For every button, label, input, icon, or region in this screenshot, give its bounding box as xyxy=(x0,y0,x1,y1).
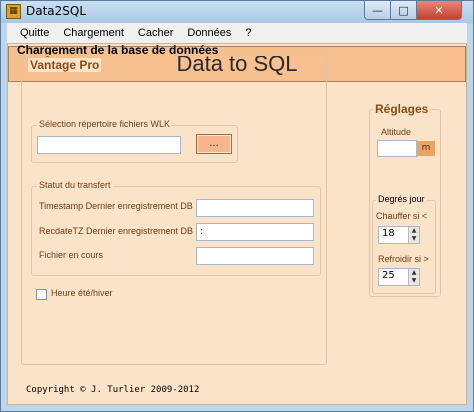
menu-quitte[interactable]: Quitte xyxy=(13,27,56,39)
recdatetz-label: RecdateTZ Dernier enregistrement DB xyxy=(39,226,194,236)
menu-cacher[interactable]: Cacher xyxy=(131,27,180,39)
browse-button[interactable]: ... xyxy=(196,134,232,154)
chevron-down-icon[interactable]: ▼ xyxy=(409,235,419,243)
dst-checkbox[interactable] xyxy=(36,289,47,300)
altitude-input[interactable] xyxy=(377,140,417,157)
minimize-button[interactable]: — xyxy=(364,1,391,20)
timestamp-label: Timestamp Dernier enregistrement DB xyxy=(39,201,193,211)
copyright-text: Copyright © J. Turlier 2009-2012 xyxy=(26,385,200,395)
refroidir-stepper[interactable]: 25 ▲ ▼ xyxy=(378,268,420,286)
chauffer-label: Chauffer si < xyxy=(376,211,428,221)
app-window: ▦ Data2SQL — □ ✕ Quitte Chargement Cache… xyxy=(0,0,474,412)
menu-chargement[interactable]: Chargement xyxy=(56,27,131,39)
degres-jour-title: Degrés jour xyxy=(376,194,427,204)
chevron-up-icon[interactable]: ▲ xyxy=(409,227,419,235)
dst-checkbox-label: Heure été/hiver xyxy=(51,288,113,298)
refroidir-label: Refroidir si > xyxy=(378,254,429,264)
close-button[interactable]: ✕ xyxy=(416,1,462,20)
vantage-group-title: Vantage Pro xyxy=(28,58,102,72)
timestamp-field[interactable] xyxy=(196,199,314,217)
settings-group-title: Réglages xyxy=(373,102,431,116)
current-file-label: Fichier en cours xyxy=(39,250,104,260)
recdatetz-field[interactable]: : xyxy=(196,223,314,241)
altitude-label: Altitude xyxy=(381,127,412,137)
refroidir-value: 25 xyxy=(382,270,395,281)
menu-donnees[interactable]: Données xyxy=(180,27,238,39)
wlk-path-input[interactable] xyxy=(37,136,181,154)
refroidir-spin-buttons[interactable]: ▲ ▼ xyxy=(408,269,419,285)
chevron-down-icon[interactable]: ▼ xyxy=(409,277,419,285)
menu-help[interactable]: ? xyxy=(238,27,258,39)
chauffer-stepper[interactable]: 18 ▲ ▼ xyxy=(378,226,420,244)
window-title: Data2SQL xyxy=(26,4,87,18)
altitude-unit: m xyxy=(417,141,435,156)
current-file-field[interactable] xyxy=(196,247,314,265)
chauffer-value: 18 xyxy=(382,228,395,239)
chauffer-spin-buttons[interactable]: ▲ ▼ xyxy=(408,227,419,243)
wlk-group-title: Sélection répertoire fichiers WLK xyxy=(37,119,173,129)
title-bar[interactable]: ▦ Data2SQL — □ ✕ xyxy=(1,1,473,23)
maximize-button[interactable]: □ xyxy=(390,1,417,20)
app-icon: ▦ xyxy=(6,4,21,19)
transfer-group-title: Statut du transfert xyxy=(37,180,113,190)
chevron-up-icon[interactable]: ▲ xyxy=(409,269,419,277)
menu-bar: Quitte Chargement Cacher Données ? xyxy=(7,23,467,43)
